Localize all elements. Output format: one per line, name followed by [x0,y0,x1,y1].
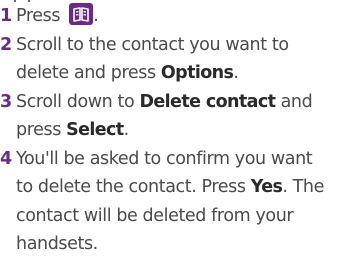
step-3: 3 Scroll down to Delete contact and pres… [0,88,364,145]
step-number: 4 [0,148,12,169]
step-text: Press [16,6,66,26]
step-2: 2 Scroll to the contact you want to dele… [0,31,364,88]
step-text: Scroll down to [16,91,140,112]
step-text: . [233,63,239,83]
step-text: and [275,91,313,112]
step-line: to delete the contact. Press Yes. The [16,173,364,202]
step-number: 1 [0,6,12,26]
step-text: to delete the contact. Press [16,177,251,197]
step-text: press [16,120,67,140]
step-line: press Select. [16,116,364,145]
step-number: 2 [0,34,12,55]
step-text: Scroll to the contact you want to [16,34,289,55]
step-text: delete and press [16,63,161,83]
step-list: 1 Press . 2 Scroll to the contact you wa… [0,2,364,259]
step-line: Press . [16,2,364,31]
step-1: 1 Press . [0,2,364,31]
step-line: contact will be deleted from your [16,202,364,231]
step-line: Scroll to the contact you want to [16,31,364,60]
step-line: delete and press Options. [16,59,364,88]
menu-label-delete-contact: Delete contact [139,91,276,112]
key-label-yes: Yes [250,177,283,197]
step-4: 4 You'll be asked to confirm you want to… [0,145,364,259]
key-label-select: Select [66,120,124,140]
phonebook-icon [69,3,94,25]
step-number: 3 [0,91,12,112]
step-line: You'll be asked to confirm you want [16,145,364,174]
step-text: . [123,120,130,140]
step-text-period: . [93,6,99,26]
key-label-options: Options [160,63,234,83]
step-text: contact will be deleted from your [16,205,294,226]
step-text: . The [282,177,324,197]
step-line: handsets. [16,230,364,259]
step-line: Scroll down to Delete contact and [16,88,364,117]
step-text: handsets. [16,234,98,254]
instruction-page: 1 Press . 2 Scroll to the contact you wa… [0,0,364,259]
step-text: You'll be asked to confirm you want [16,148,313,169]
